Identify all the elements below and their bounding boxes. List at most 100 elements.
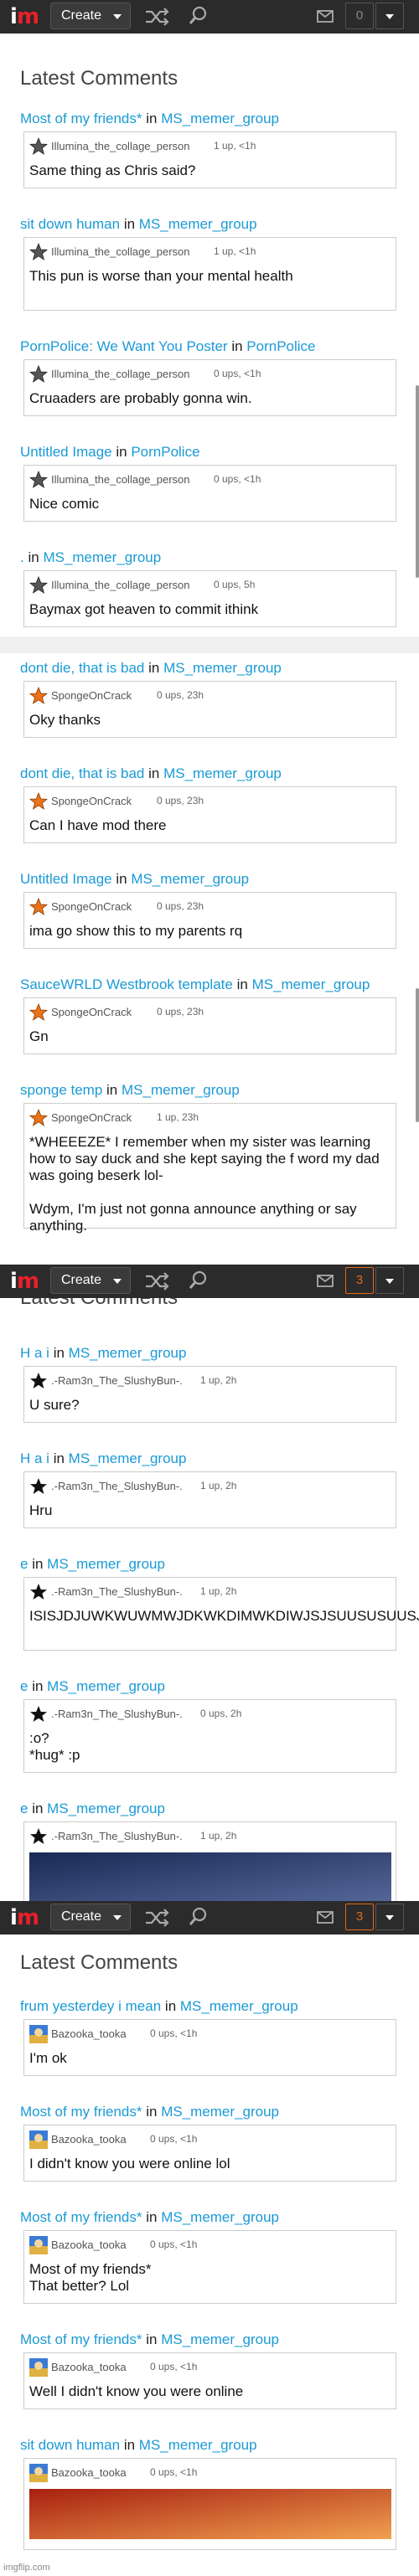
post-link[interactable]: Most of my friends* — [20, 2104, 142, 2120]
comment-meta: SpongeOnCrack 0 ups, 23h — [24, 894, 396, 918]
stream-link[interactable]: MS_memer_group — [252, 976, 370, 992]
username-link[interactable]: .-Ram3n_The_SlushyBun-. — [51, 1374, 183, 1387]
comment-text: :o? *hug* :p — [29, 1730, 80, 1763]
username-link[interactable]: .-Ram3n_The_SlushyBun-. — [51, 1480, 183, 1492]
chevron-down-icon — [113, 1915, 122, 1920]
username-link[interactable]: SpongeOnCrack — [51, 689, 132, 702]
post-link[interactable]: sponge temp — [20, 1082, 102, 1098]
stream-link[interactable]: MS_memer_group — [43, 549, 161, 565]
search-icon[interactable] — [188, 1270, 210, 1291]
imgflip-logo[interactable]: im — [8, 1269, 42, 1294]
stream-link[interactable]: MS_memer_group — [139, 216, 257, 232]
post-link[interactable]: frum yesterdey i mean — [20, 1998, 161, 2014]
username-link[interactable]: Illumina_the_collage_person — [51, 579, 190, 591]
create-button[interactable]: Create — [50, 1904, 131, 1930]
username-link[interactable]: .-Ram3n_The_SlushyBun-. — [51, 1585, 183, 1598]
post-link[interactable]: Most of my friends* — [20, 2209, 142, 2225]
stream-link[interactable]: MS_memer_group — [163, 765, 282, 781]
comment-box: SpongeOnCrack 1 up, 23h *WHEEEZE* I rememb… — [23, 1103, 396, 1234]
username-link[interactable]: SpongeOnCrack — [51, 1111, 132, 1124]
post-link[interactable]: dont die, that is bad — [20, 765, 144, 781]
username-link[interactable]: Illumina_the_collage_person — [51, 140, 190, 152]
stream-link[interactable]: MS_memer_group — [131, 871, 249, 887]
notification-count[interactable]: 0 — [345, 3, 374, 29]
post-link[interactable]: Untitled Image — [20, 871, 112, 887]
comment-meta: .-Ram3n_The_SlushyBun-. 0 ups, 2h — [24, 1702, 396, 1725]
stream-link[interactable]: MS_memer_group — [161, 111, 279, 126]
username-link[interactable]: Illumina_the_collage_person — [51, 368, 190, 380]
stream-link[interactable]: MS_memer_group — [47, 1556, 165, 1572]
mail-icon[interactable] — [317, 1275, 334, 1287]
stream-link[interactable]: MS_memer_group — [163, 660, 282, 676]
comment-meta: SpongeOnCrack 0 ups, 23h — [24, 683, 396, 707]
comment-image[interactable] — [29, 1852, 391, 1901]
search-icon[interactable] — [188, 5, 210, 27]
user-menu-dropdown[interactable] — [375, 1267, 404, 1294]
shuffle-icon[interactable] — [144, 1271, 169, 1291]
post-link[interactable]: Untitled Image — [20, 444, 112, 460]
connector-text: in — [123, 2437, 136, 2453]
comment-image[interactable] — [29, 2489, 391, 2539]
create-button[interactable]: Create — [50, 3, 131, 29]
username-link[interactable]: Illumina_the_collage_person — [51, 245, 190, 258]
comment-meta: Bazooka_tooka 0 ups, <1h — [24, 2233, 396, 2256]
stream-link[interactable]: MS_memer_group — [47, 1678, 165, 1694]
connector-text: in — [123, 216, 136, 232]
username-link[interactable]: SpongeOnCrack — [51, 1006, 132, 1018]
mail-icon[interactable] — [317, 1911, 334, 1924]
post-link[interactable]: e — [20, 1678, 28, 1694]
points-age: 0 ups, 23h — [157, 900, 204, 912]
stream-link[interactable]: MS_memer_group — [161, 2209, 279, 2225]
connector-text: in — [146, 2104, 158, 2120]
stream-link[interactable]: PornPolice — [246, 338, 315, 354]
post-link[interactable]: e — [20, 1556, 28, 1572]
notification-count[interactable]: 3 — [345, 1904, 374, 1930]
stream-link[interactable]: MS_memer_group — [47, 1801, 165, 1816]
shuffle-icon[interactable] — [144, 7, 169, 27]
stream-link[interactable]: PornPolice — [131, 444, 199, 460]
stream-link[interactable]: MS_memer_group — [161, 2104, 279, 2120]
stream-link[interactable]: MS_memer_group — [161, 2331, 279, 2347]
user-menu-dropdown[interactable] — [375, 3, 404, 29]
stream-link[interactable]: MS_memer_group — [180, 1998, 298, 2014]
points-age: 1 up, 2h — [200, 1585, 237, 1597]
scrollbar[interactable] — [416, 385, 419, 578]
username-link[interactable]: .-Ram3n_The_SlushyBun-. — [51, 1830, 183, 1842]
post-link[interactable]: H a i — [20, 1450, 49, 1466]
username-link[interactable]: SpongeOnCrack — [51, 795, 132, 807]
username-link[interactable]: .-Ram3n_The_SlushyBun-. — [51, 1708, 183, 1720]
stream-link[interactable]: MS_memer_group — [69, 1345, 187, 1361]
comment-box: .-Ram3n_The_SlushyBun-. 1 up, 2h U sure? — [23, 1366, 396, 1423]
shuffle-icon[interactable] — [144, 1908, 169, 1928]
stream-link[interactable]: MS_memer_group — [69, 1450, 187, 1466]
post-link[interactable]: . — [20, 549, 24, 565]
username-link[interactable]: Bazooka_tooka — [51, 2466, 127, 2479]
mail-icon[interactable] — [317, 10, 334, 23]
top-nav-bar: im Create 3 — [0, 1901, 419, 1935]
post-link[interactable]: H a i — [20, 1345, 49, 1361]
scrollbar[interactable] — [416, 988, 419, 1122]
comment-meta: Bazooka_tooka 0 ups, <1h — [24, 2460, 396, 2484]
post-link[interactable]: e — [20, 1801, 28, 1816]
search-icon[interactable] — [188, 1906, 210, 1928]
create-button[interactable]: Create — [50, 1267, 131, 1294]
post-link[interactable]: sit down human — [20, 2437, 120, 2453]
username-link[interactable]: Bazooka_tooka — [51, 2239, 127, 2251]
username-link[interactable]: Bazooka_tooka — [51, 2027, 127, 2040]
stream-link[interactable]: MS_memer_group — [122, 1082, 240, 1098]
imgflip-logo[interactable]: im — [8, 4, 42, 29]
post-link[interactable]: SauceWRLD Westbrook template — [20, 976, 233, 992]
user-menu-dropdown[interactable] — [375, 1904, 404, 1930]
post-link[interactable]: Most of my friends* — [20, 2331, 142, 2347]
post-link[interactable]: dont die, that is bad — [20, 660, 144, 676]
post-link[interactable]: PornPolice: We Want You Poster — [20, 338, 228, 354]
imgflip-logo[interactable]: im — [8, 1905, 42, 1930]
post-link[interactable]: Most of my friends* — [20, 111, 142, 126]
notification-count[interactable]: 3 — [345, 1267, 374, 1294]
stream-link[interactable]: MS_memer_group — [139, 2437, 257, 2453]
username-link[interactable]: Illumina_the_collage_person — [51, 473, 190, 486]
username-link[interactable]: Bazooka_tooka — [51, 2133, 127, 2146]
post-link[interactable]: sit down human — [20, 216, 120, 232]
username-link[interactable]: Bazooka_tooka — [51, 2361, 127, 2373]
username-link[interactable]: SpongeOnCrack — [51, 900, 132, 913]
